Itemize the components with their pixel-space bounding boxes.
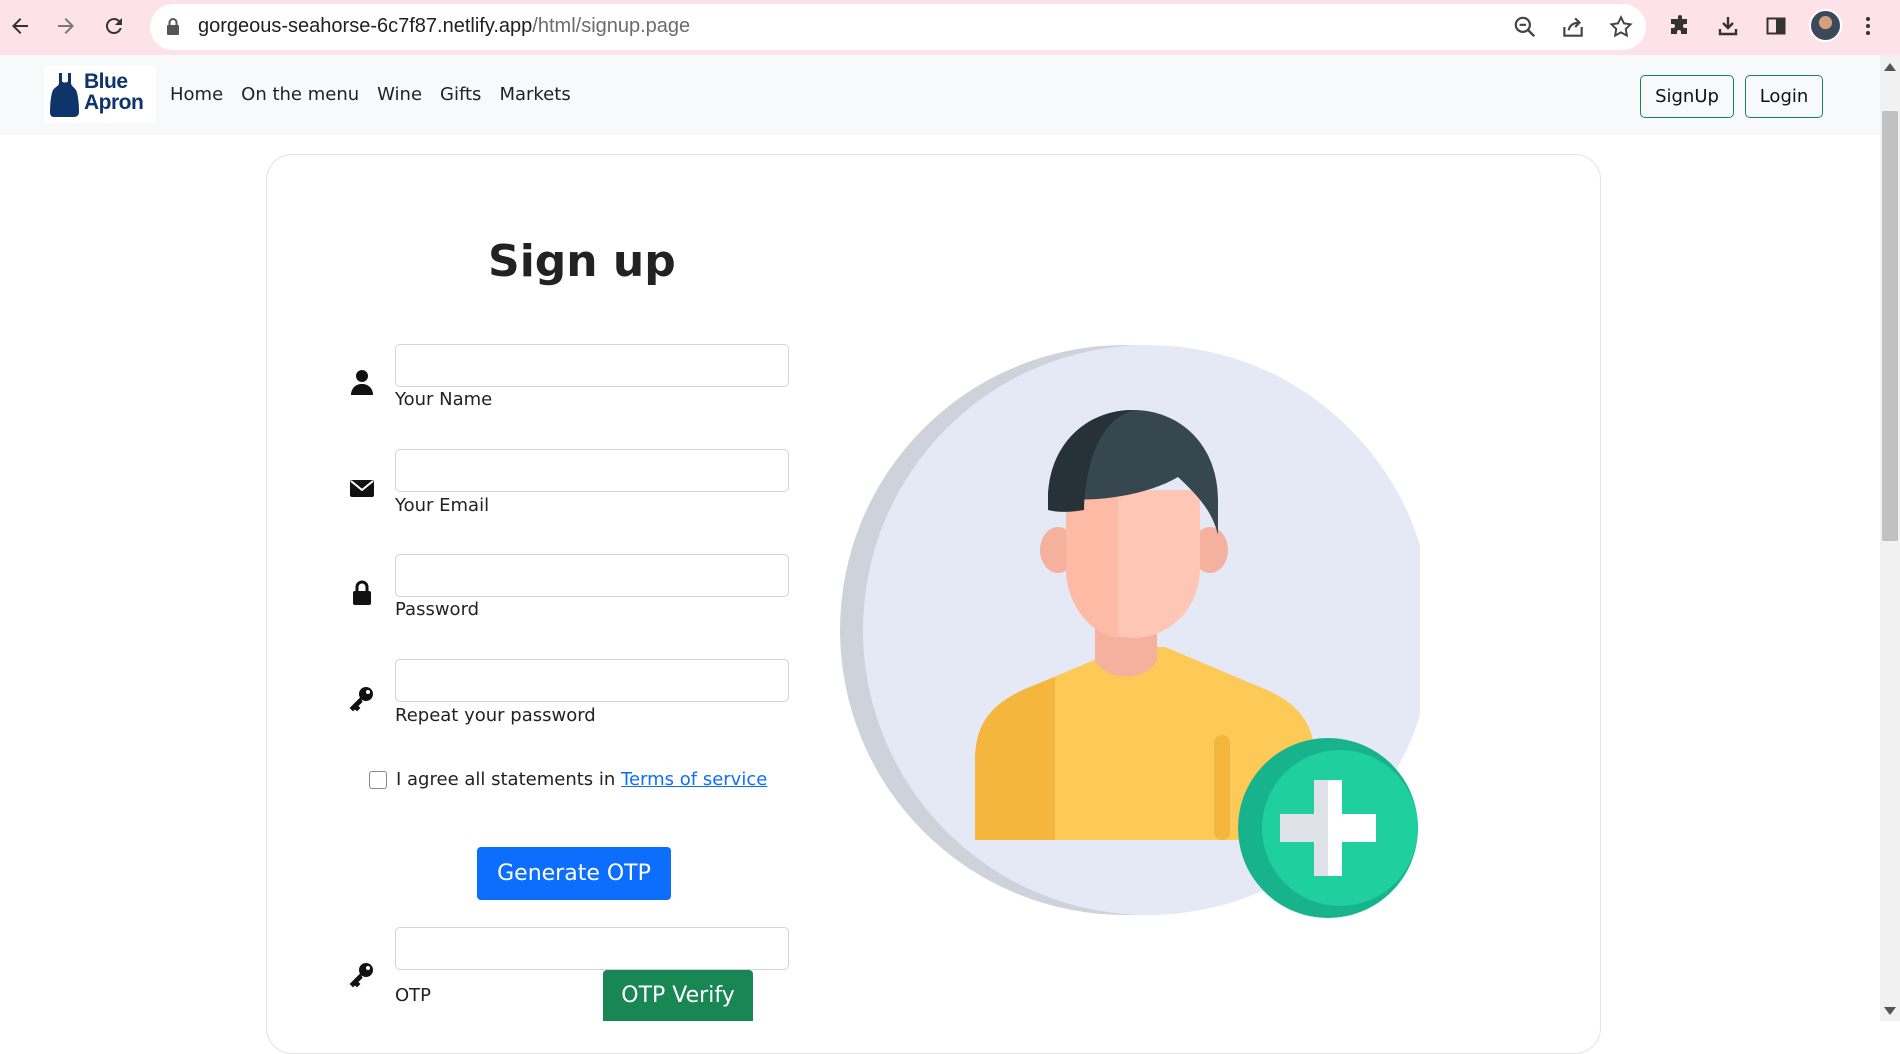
address-bar[interactable]: gorgeous-seahorse-6c7f87.netlify.app/htm… (150, 4, 1646, 50)
nav-link-gifts[interactable]: Gifts (440, 84, 481, 105)
kebab-menu-icon (1866, 17, 1870, 35)
back-button[interactable] (2, 8, 38, 44)
user-icon (351, 370, 373, 395)
envelope-icon (350, 480, 374, 497)
side-panel-button[interactable] (1758, 8, 1794, 44)
site-navbar: Blue Apron Home On the menu Wine Gifts M… (0, 55, 1880, 135)
url-text: gorgeous-seahorse-6c7f87.netlify.app/htm… (198, 15, 691, 37)
shirt-fold-left (1022, 735, 1038, 840)
otp-input[interactable] (395, 927, 789, 970)
puzzle-icon (1671, 15, 1687, 34)
email-label: Your Email (395, 495, 490, 516)
scrollbar-thumb[interactable] (1882, 111, 1898, 541)
name-label: Your Name (395, 389, 493, 410)
forward-button[interactable] (48, 8, 84, 44)
downloads-button[interactable] (1710, 8, 1746, 44)
zoom-icon[interactable] (1512, 14, 1538, 40)
chrome-menu-button[interactable] (1856, 8, 1880, 44)
terms-checkbox[interactable] (369, 771, 387, 789)
arrow-right-icon (58, 18, 74, 34)
terms-agreement-text: I agree all statements in Terms of servi… (396, 769, 767, 790)
arrow-left-icon (12, 18, 28, 34)
extensions-button[interactable] (1662, 8, 1698, 44)
side-panel-icon (1766, 17, 1786, 35)
otp-verify-button[interactable]: OTP Verify (603, 970, 753, 1021)
nav-link-markets[interactable]: Markets (499, 84, 570, 105)
scroll-down-arrow-icon[interactable] (1884, 1007, 1896, 1015)
lock-icon (353, 580, 371, 605)
logo-wordmark: Blue Apron (84, 70, 144, 114)
otp-label: OTP (395, 985, 432, 1006)
reload-button[interactable] (96, 8, 132, 44)
apron-logo-icon (50, 73, 79, 117)
lock-icon (167, 18, 179, 35)
nav-link-on-the-menu[interactable]: On the menu (241, 84, 359, 105)
terms-of-service-link[interactable]: Terms of service (621, 769, 767, 790)
blue-apron-logo[interactable]: Blue Apron (44, 65, 156, 123)
nav-link-home[interactable]: Home (170, 84, 223, 105)
scroll-up-arrow-icon[interactable] (1884, 63, 1896, 71)
signup-button[interactable]: SignUp (1640, 75, 1734, 118)
repeat-password-label: Repeat your password (395, 705, 596, 726)
browser-toolbar: gorgeous-seahorse-6c7f87.netlify.app/htm… (0, 0, 1900, 55)
page-scrollbar[interactable] (1880, 55, 1900, 1021)
profile-avatar[interactable] (1809, 9, 1842, 42)
add-user-illustration (840, 345, 1420, 918)
share-icon[interactable] (1560, 14, 1586, 40)
nav-link-wine[interactable]: Wine (377, 84, 422, 105)
reload-icon (105, 18, 122, 35)
password-input[interactable] (395, 554, 789, 597)
download-icon (1718, 17, 1738, 36)
otp-key-icon (349, 963, 373, 988)
password-label: Password (395, 599, 480, 620)
main-nav: Home On the menu Wine Gifts Markets (170, 84, 571, 105)
key-icon (349, 687, 373, 712)
bookmark-star-icon[interactable] (1608, 14, 1634, 40)
login-button[interactable]: Login (1745, 75, 1823, 118)
repeat-password-input[interactable] (395, 659, 789, 702)
page-title: Sign up (488, 236, 676, 287)
shirt-fold-right (1214, 735, 1230, 840)
generate-otp-button[interactable]: Generate OTP (477, 847, 671, 900)
email-input[interactable] (395, 449, 789, 492)
terms-agreement-label: I agree all statements in (396, 769, 622, 790)
name-input[interactable] (395, 344, 789, 387)
